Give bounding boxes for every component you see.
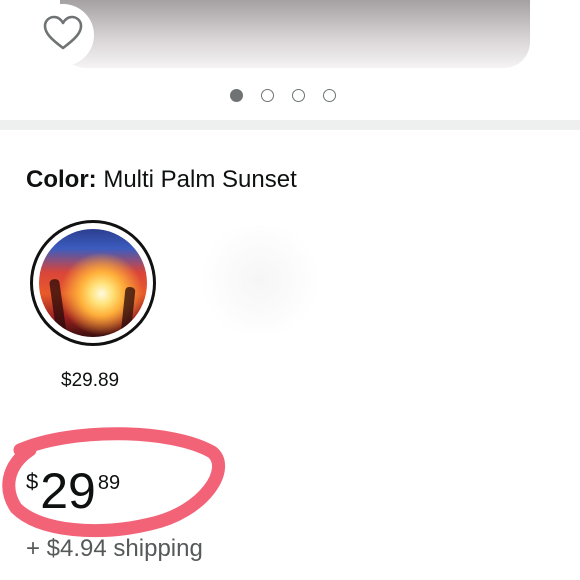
color-label-key: Color: (26, 166, 97, 193)
swatch-placeholder (195, 225, 325, 335)
color-label-value: Multi Palm Sunset (103, 166, 297, 193)
carousel-dot[interactable] (292, 88, 305, 102)
price-whole: 29 (40, 463, 96, 519)
wishlist-button[interactable] (32, 4, 94, 66)
carousel-dot[interactable] (323, 88, 336, 102)
heart-icon (43, 15, 83, 56)
price-display: $ 29 89 (26, 466, 120, 526)
price-currency-symbol: $ (26, 469, 39, 494)
price-fraction: 89 (97, 472, 121, 494)
shipping-cost: + $4.94 shipping (26, 535, 203, 562)
product-image[interactable] (60, 0, 530, 68)
color-swatch-selected[interactable] (30, 220, 156, 346)
swatch-thumbnail-image (39, 229, 147, 337)
carousel-dot[interactable] (261, 88, 274, 102)
variation-color-label: Color: Multi Palm Sunset (26, 165, 297, 195)
carousel-dot[interactable] (230, 88, 243, 102)
section-divider (0, 120, 580, 130)
carousel-pagination (230, 87, 336, 103)
swatch-price: $29.89 (61, 370, 120, 391)
